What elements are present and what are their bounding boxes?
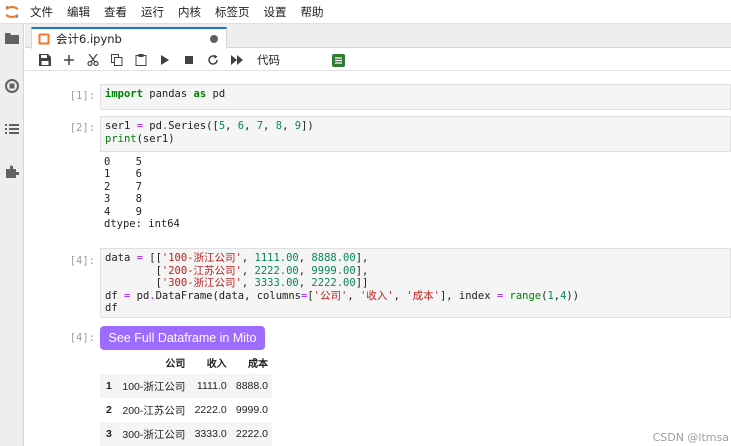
jupyter-logo-icon[interactable] [0,0,24,24]
tab-label: 会计6.ipynb [56,32,122,46]
table-cell: 9999.0 [235,404,268,416]
table-cell: 100-浙江公司 [122,380,186,393]
cell-prompt: [1]: [69,90,95,102]
cell-prompt: [2]: [69,122,95,134]
folder-icon[interactable] [4,30,20,46]
table-header-row: 公司 收入 成本 [100,350,272,374]
menu-view[interactable]: 查看 [104,4,127,20]
table-row: 2 200-江苏公司 2222.0 9999.0 [100,398,272,422]
menu-run[interactable]: 运行 [141,4,164,20]
run-all-icon[interactable] [229,52,245,68]
notebook-panel: [1]: import pandas as pd [2]: ser1 = pd.… [25,72,731,446]
running-icon[interactable] [4,78,20,94]
variable-inspector-icon[interactable] [330,52,346,68]
tab-notebook[interactable]: 会计6.ipynb [31,27,227,49]
table-row: 1 100-浙江公司 1111.0 8888.0 [100,374,272,398]
dataframe-table: 公司 收入 成本 1 100-浙江公司 1111.0 8888.0 2 200-… [100,350,272,446]
table-cell: 3333.0 [194,428,227,440]
extension-icon[interactable] [4,164,20,180]
add-cell-icon[interactable] [61,52,77,68]
stop-icon[interactable] [181,52,197,68]
table-cell: 300-浙江公司 [122,428,186,441]
left-sidebar [0,24,24,446]
output-prompt: [4]: [69,332,95,344]
code-cell-editor[interactable]: data = [['100-浙江公司', 1111.00, 8888.00], … [100,248,731,318]
code-cell-editor[interactable]: ser1 = pd.Series([5, 6, 7, 8, 9]) print(… [100,116,731,152]
toc-list-icon[interactable] [4,121,20,137]
tab-bar: 会计6.ipynb [25,24,731,49]
table-cell: 200-江苏公司 [122,404,186,417]
menu-file[interactable]: 文件 [30,4,53,20]
table-row: 3 300-浙江公司 3333.0 2222.0 [100,422,272,446]
table-cell: 8888.0 [235,380,268,392]
copy-icon[interactable] [109,52,125,68]
row-index: 2 [106,404,112,416]
restart-icon[interactable] [205,52,221,68]
column-header: 收入 [206,358,227,370]
row-index: 1 [106,380,112,392]
cut-icon[interactable] [85,52,101,68]
cell-output: 0 5 1 6 2 7 3 8 4 9 dtype: int64 [104,156,180,231]
menu-settings[interactable]: 设置 [264,4,287,20]
save-icon[interactable] [37,52,53,68]
menu-bar: 文件 编辑 查看 运行 内核 标签页 设置 帮助 [0,0,731,24]
notebook-icon [38,33,50,45]
menu-tabs[interactable]: 标签页 [215,4,250,20]
index-header [100,350,116,374]
run-icon[interactable] [157,52,173,68]
menu-kernel[interactable]: 内核 [178,4,201,20]
notebook-toolbar: 代码 [25,49,731,71]
menu-edit[interactable]: 编辑 [67,4,90,20]
watermark: CSDN @ltmsa [652,431,729,444]
table-cell: 2222.0 [235,428,268,440]
table-cell: 2222.0 [194,404,227,416]
cell-type-label: 代码 [257,53,280,67]
column-header: 公司 [165,358,186,370]
mito-full-dataframe-button[interactable]: See Full Dataframe in Mito [100,326,265,350]
unsaved-dot-icon[interactable] [210,35,218,43]
menu-help[interactable]: 帮助 [301,4,324,20]
row-index: 3 [106,428,112,440]
code-cell-editor[interactable]: import pandas as pd [100,84,731,110]
cell-prompt: [4]: [69,255,95,267]
table-cell: 1111.0 [196,380,227,392]
paste-icon[interactable] [133,52,149,68]
column-header: 成本 [248,358,268,370]
